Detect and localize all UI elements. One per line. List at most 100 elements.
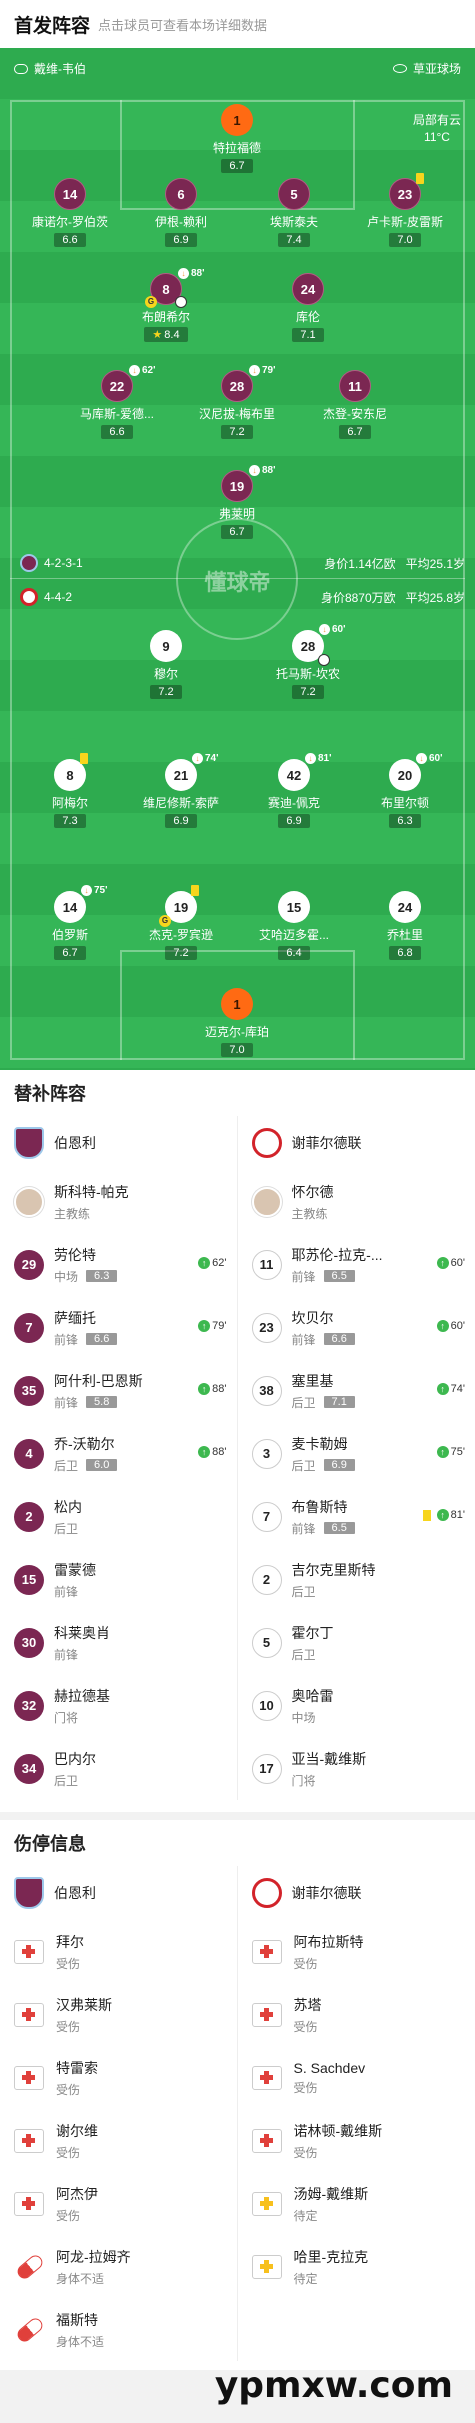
- sub-player-row[interactable]: 38 塞里基 后卫 7.1 ↑ 74': [238, 1359, 475, 1422]
- sub-player-row[interactable]: 5 霍尔丁 后卫: [238, 1611, 475, 1674]
- yellow-card-icon: [422, 1509, 431, 1521]
- sub-player-row[interactable]: 2 松内 后卫: [0, 1485, 237, 1548]
- sub-minute: 74': [205, 753, 219, 764]
- player-home-cb1[interactable]: 6 伊根-赖利 6.9: [131, 178, 231, 248]
- player-home-dm2[interactable]: 24 库伦 7.1: [258, 273, 358, 343]
- player-disc: 28 ↓ 60': [292, 624, 346, 666]
- player-home-st[interactable]: 19 ↓ 88' 弗莱明 6.7: [187, 465, 287, 540]
- player-away-gk[interactable]: 1 迈克尔-库珀 7.0: [187, 988, 287, 1058]
- sub-off-indicator: ↓ 74': [192, 753, 219, 764]
- player-rating: 6.9: [165, 814, 197, 828]
- player-number: 24: [292, 273, 324, 305]
- player-away-rm[interactable]: 20 ↓ 60' 布里尔顿 6.3: [355, 753, 455, 829]
- team-name: 伯恩利: [54, 1135, 96, 1151]
- player-number: 11: [251, 1249, 282, 1280]
- sub-player-position: 门将: [54, 1710, 79, 1725]
- sub-player-row[interactable]: 斯科特-帕克 主教练: [0, 1170, 237, 1233]
- medical-kit-icon: [251, 1939, 282, 1964]
- sub-player-row[interactable]: 32 赫拉德基 门将: [0, 1674, 237, 1737]
- player-name: 卢卡斯-皮雷斯: [367, 215, 443, 229]
- sub-player-meta: 门将: [292, 1772, 367, 1789]
- sub-player-row[interactable]: 15 雷蒙德 前锋: [0, 1548, 237, 1611]
- sub-player-row[interactable]: 29 劳伦特 中场 6.3 ↑ 62': [0, 1233, 237, 1296]
- player-home-gk[interactable]: 1 特拉福德 6.7: [187, 104, 287, 174]
- injury-info: 汉弗莱斯 受伤: [56, 1995, 112, 2035]
- sub-player-info: 赫拉德基 门将: [54, 1686, 110, 1726]
- sub-player-row[interactable]: 怀尔德 主教练: [238, 1170, 475, 1233]
- player-away-cb1[interactable]: 19 G 杰克-罗宾逊 7.2: [131, 885, 231, 961]
- injury-row[interactable]: S. Sachdev 受伤: [238, 2046, 475, 2109]
- ball-icon: [318, 654, 330, 666]
- injury-row[interactable]: 诺林顿-戴维斯 受伤: [238, 2109, 475, 2172]
- injury-row[interactable]: 拜尔 受伤: [0, 1920, 237, 1983]
- player-away-st1[interactable]: 9 穆尔 7.2: [116, 630, 216, 700]
- sub-player-row[interactable]: 7 布鲁斯特 前锋 6.5 ↑ 81': [238, 1485, 475, 1548]
- player-home-cb2[interactable]: 5 埃斯泰夫 7.4: [244, 178, 344, 248]
- player-home-lw[interactable]: 22 ↓ 62' 马库斯-爱德... 6.6: [67, 365, 167, 440]
- sub-off-icon: ↓: [305, 753, 316, 764]
- player-away-cm1[interactable]: 21 ↓ 74' 维尼修斯-索萨 6.9: [131, 753, 231, 829]
- injury-row[interactable]: 汤姆-戴维斯 待定: [238, 2172, 475, 2235]
- injury-row[interactable]: 特雷索 受伤: [0, 2046, 237, 2109]
- sub-player-row[interactable]: 30 科莱奥肖 前锋: [0, 1611, 237, 1674]
- player-away-rb[interactable]: 24 乔杜里 6.8: [355, 891, 455, 961]
- player-away-lb[interactable]: 14 ↓ 75' 伯罗斯 6.7: [20, 885, 120, 961]
- sub-player-row[interactable]: 23 坎贝尔 前锋 6.6 ↑ 60': [238, 1296, 475, 1359]
- sub-player-name: 坎贝尔: [291, 1309, 334, 1326]
- sub-player-name: 布鲁斯特: [291, 1498, 348, 1515]
- player-away-cb2[interactable]: 15 艾哈迈多霍... 6.4: [244, 891, 344, 961]
- sub-player-row[interactable]: 34 巴内尔 后卫: [0, 1737, 237, 1800]
- sub-player-info: 塞里基 后卫 7.1: [292, 1371, 355, 1411]
- player-number: 4: [14, 1438, 44, 1469]
- sub-player-row[interactable]: 2 吉尔克里斯特 后卫: [238, 1548, 475, 1611]
- sub-player-info: 布鲁斯特 前锋 6.5: [292, 1497, 355, 1537]
- player-home-lb[interactable]: 14 康诺尔-罗伯茨 6.6: [20, 178, 120, 248]
- player-away-cm2[interactable]: 42 ↓ 81' 赛迪-佩克 6.9: [244, 753, 344, 829]
- sub-player-position: 后卫: [291, 1584, 316, 1599]
- sub-on-icon: ↑: [198, 1320, 211, 1332]
- injury-row[interactable]: 谢尔维 受伤: [0, 2109, 237, 2172]
- player-home-dm1[interactable]: 8 ↓ 88' G 布朗希尔 ★ 8.4: [116, 268, 216, 343]
- injury-row[interactable]: 苏塔 受伤: [238, 1983, 475, 2046]
- sub-off-indicator: ↓ 79': [249, 365, 276, 376]
- sub-player-row[interactable]: 35 阿什利-巴恩斯 前锋 5.8 ↑ 88': [0, 1359, 237, 1422]
- injury-row[interactable]: 福斯特 身体不适: [0, 2298, 237, 2361]
- player-disc: 42 ↓ 81': [278, 753, 332, 791]
- subs-title: 替补阵容: [0, 1070, 475, 1116]
- player-home-rw[interactable]: 11 杰登-安东尼 6.7: [305, 370, 405, 440]
- player-away-lm[interactable]: 8 阿梅尔 7.3: [20, 753, 120, 829]
- injured-player-name: 福斯特: [56, 2311, 98, 2328]
- player-number: 9: [150, 630, 182, 662]
- sub-player-row[interactable]: 3 麦卡勒姆 后卫 6.9 ↑ 75': [238, 1422, 475, 1485]
- injury-row[interactable]: 阿布拉斯特 受伤: [238, 1920, 475, 1983]
- sub-player-row[interactable]: 17 亚当-戴维斯 门将: [238, 1737, 475, 1800]
- sub-on-indicator: ↑ 62': [198, 1257, 227, 1269]
- sub-player-row[interactable]: 7 萨缅托 前锋 6.6 ↑ 79': [0, 1296, 237, 1359]
- player-name: 穆尔: [153, 667, 178, 681]
- player-home-rb[interactable]: 23 卢卡斯-皮雷斯 7.0: [355, 173, 455, 248]
- sub-player-info: 乔-沃勒尔 后卫 6.0: [54, 1434, 118, 1474]
- venue-left: 戴维-韦伯: [14, 60, 86, 77]
- player-name: 特拉福德: [212, 141, 261, 155]
- sub-player-row[interactable]: 11 耶苏伦-拉克-... 前锋 6.5 ↑ 60': [238, 1233, 475, 1296]
- player-home-am[interactable]: 28 ↓ 79' 汉尼拔-梅布里 7.2: [187, 365, 287, 440]
- injury-row[interactable]: 汉弗莱斯 受伤: [0, 1983, 237, 2046]
- player-name: 艾哈迈多霍...: [258, 928, 329, 942]
- player-number: 35: [14, 1375, 44, 1406]
- player-number: 24: [389, 891, 421, 923]
- sub-player-meta: 中场 6.3: [54, 1268, 118, 1285]
- sub-on-indicator: ↑ 88': [198, 1446, 227, 1458]
- injury-row[interactable]: 阿杰伊 受伤: [0, 2172, 237, 2235]
- player-away-st2[interactable]: 28 ↓ 60' 托马斯-坎农 7.2: [258, 624, 358, 700]
- goal-icon: G: [145, 296, 157, 308]
- sub-player-row[interactable]: 4 乔-沃勒尔 后卫 6.0 ↑ 88': [0, 1422, 237, 1485]
- player-disc: 28 ↓ 79': [221, 365, 276, 402]
- yellow-card-icon: [80, 753, 88, 764]
- player-disc: 8 ↓ 88' G: [145, 268, 205, 308]
- sub-player-row[interactable]: 10 奥哈雷 中场: [238, 1674, 475, 1737]
- sub-player-meta: 后卫 6.9: [292, 1457, 355, 1474]
- injury-row[interactable]: 哈里-克拉克 待定: [238, 2235, 475, 2298]
- injured-player-name: S. Sachdev: [293, 2059, 366, 2076]
- injury-status: 受伤: [56, 2019, 81, 2034]
- injury-row[interactable]: 阿龙-拉姆齐 身体不适: [0, 2235, 237, 2298]
